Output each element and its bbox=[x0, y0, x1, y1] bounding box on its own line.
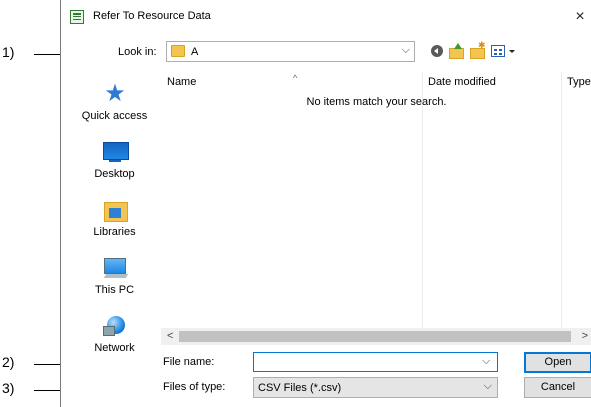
chevron-down-icon: ⌵ bbox=[483, 380, 492, 392]
place-quick-access[interactable]: ★ Quick access bbox=[71, 80, 158, 136]
file-name-input[interactable] bbox=[253, 352, 498, 372]
scroll-right-icon[interactable]: > bbox=[582, 330, 588, 342]
file-type-value: CSV Files (*.csv) bbox=[258, 382, 342, 394]
places-bar: ★ Quick access Desktop Libraries This PC… bbox=[71, 68, 158, 358]
place-label: This PC bbox=[94, 284, 135, 296]
up-folder-icon[interactable] bbox=[448, 42, 466, 60]
this-pc-icon bbox=[101, 256, 129, 280]
scroll-left-icon[interactable]: < bbox=[167, 330, 173, 342]
look-in-label: Look in: bbox=[118, 46, 157, 58]
place-label: Quick access bbox=[81, 110, 148, 122]
back-icon[interactable] bbox=[429, 42, 447, 60]
sort-ascending-icon: ^ bbox=[293, 73, 298, 83]
column-header-date-modified[interactable]: Date modified bbox=[428, 76, 496, 88]
new-folder-icon[interactable] bbox=[469, 40, 487, 60]
desktop-icon bbox=[101, 140, 129, 164]
file-list[interactable]: Name ^ Date modified Type No items match… bbox=[161, 68, 591, 345]
column-divider[interactable] bbox=[422, 72, 423, 329]
look-in-value: A bbox=[191, 46, 199, 58]
column-header-label: Name bbox=[167, 76, 197, 88]
look-in-dropdown[interactable]: A ⌵ bbox=[166, 41, 415, 62]
views-menu-icon[interactable] bbox=[490, 42, 518, 60]
title-bar[interactable]: Refer To Resource Data × bbox=[61, 0, 591, 38]
file-name-label: File name: bbox=[163, 356, 215, 368]
place-label: Libraries bbox=[93, 226, 136, 238]
libraries-icon bbox=[101, 198, 129, 222]
file-type-label: Files of type: bbox=[163, 381, 226, 393]
folder-icon bbox=[171, 45, 185, 57]
scrollbar-thumb[interactable] bbox=[179, 331, 571, 342]
empty-message: No items match your search. bbox=[306, 96, 447, 108]
network-icon bbox=[101, 314, 129, 338]
column-header-type[interactable]: Type bbox=[567, 76, 591, 88]
column-header-name[interactable]: Name ^ bbox=[167, 73, 297, 88]
horizontal-scrollbar[interactable]: < > bbox=[161, 328, 591, 345]
quick-access-icon: ★ bbox=[104, 80, 126, 107]
close-button[interactable]: × bbox=[570, 5, 590, 29]
open-button[interactable]: Open bbox=[524, 352, 591, 373]
app-icon bbox=[70, 10, 84, 24]
column-divider[interactable] bbox=[561, 72, 562, 329]
place-label: Network bbox=[94, 342, 135, 354]
cancel-button[interactable]: Cancel bbox=[524, 377, 591, 398]
dialog-title: Refer To Resource Data bbox=[93, 10, 211, 22]
callout-1: 1) bbox=[2, 44, 15, 60]
file-type-dropdown[interactable]: CSV Files (*.csv) ⌵ bbox=[253, 377, 498, 398]
file-open-dialog: Refer To Resource Data × Look in: A ⌵ ★ … bbox=[60, 0, 591, 407]
callout-3: 3) bbox=[2, 380, 15, 396]
place-label: Desktop bbox=[94, 168, 135, 180]
chevron-down-icon: ⌵ bbox=[401, 44, 410, 56]
place-desktop[interactable]: Desktop bbox=[71, 138, 158, 194]
chevron-down-icon[interactable]: ⌵ bbox=[482, 355, 490, 368]
place-libraries[interactable]: Libraries bbox=[71, 196, 158, 252]
place-network[interactable]: Network bbox=[71, 312, 158, 368]
place-this-pc[interactable]: This PC bbox=[71, 254, 158, 310]
callout-2: 2) bbox=[2, 354, 15, 370]
